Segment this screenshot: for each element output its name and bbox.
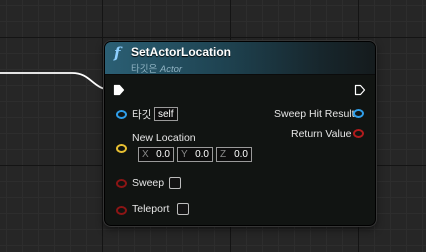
- target-self-field[interactable]: self: [154, 107, 178, 121]
- return-value-label: Return Value: [291, 128, 352, 140]
- sweep-label: Sweep: [132, 177, 165, 189]
- blueprint-graph-canvas[interactable]: f SetActorLocation 타깃은 Actor 타깃 self Swe…: [0, 0, 426, 252]
- target-pin[interactable]: [116, 110, 127, 119]
- y-axis-label: Y: [181, 149, 188, 160]
- node-subtitle: 타깃은 Actor: [131, 61, 182, 75]
- new-location-label: New Location: [132, 132, 196, 144]
- exec-output-pin[interactable]: [354, 84, 366, 96]
- teleport-pin[interactable]: [116, 206, 127, 215]
- return-value-pin[interactable]: [353, 129, 364, 138]
- sweep-hit-result-pin[interactable]: [353, 109, 364, 118]
- x-value: 0.0: [156, 149, 170, 160]
- z-value: 0.0: [234, 149, 248, 160]
- location-z-field[interactable]: Z 0.0: [216, 147, 252, 162]
- node-subtitle-prefix: 타깃은: [131, 64, 160, 75]
- sweep-pin[interactable]: [116, 179, 127, 188]
- sweep-checkbox[interactable]: [169, 177, 181, 189]
- x-axis-label: X: [142, 149, 149, 160]
- teleport-checkbox[interactable]: [177, 203, 189, 215]
- node-subtitle-class: Actor: [159, 64, 183, 75]
- y-value: 0.0: [195, 149, 209, 160]
- exec-input-pin[interactable]: [113, 84, 125, 96]
- target-label: 타깃: [132, 109, 152, 121]
- teleport-label: Teleport: [132, 203, 170, 215]
- location-x-field[interactable]: X 0.0: [138, 147, 174, 162]
- node-title: SetActorLocation: [131, 45, 232, 59]
- z-axis-label: Z: [220, 149, 227, 160]
- function-icon: f: [114, 44, 121, 62]
- location-y-field[interactable]: Y 0.0: [177, 147, 213, 162]
- sweep-hit-result-label: Sweep Hit Result: [274, 108, 355, 120]
- node-header[interactable]: f SetActorLocation 타깃은 Actor: [105, 42, 375, 75]
- new-location-pin[interactable]: [116, 144, 127, 153]
